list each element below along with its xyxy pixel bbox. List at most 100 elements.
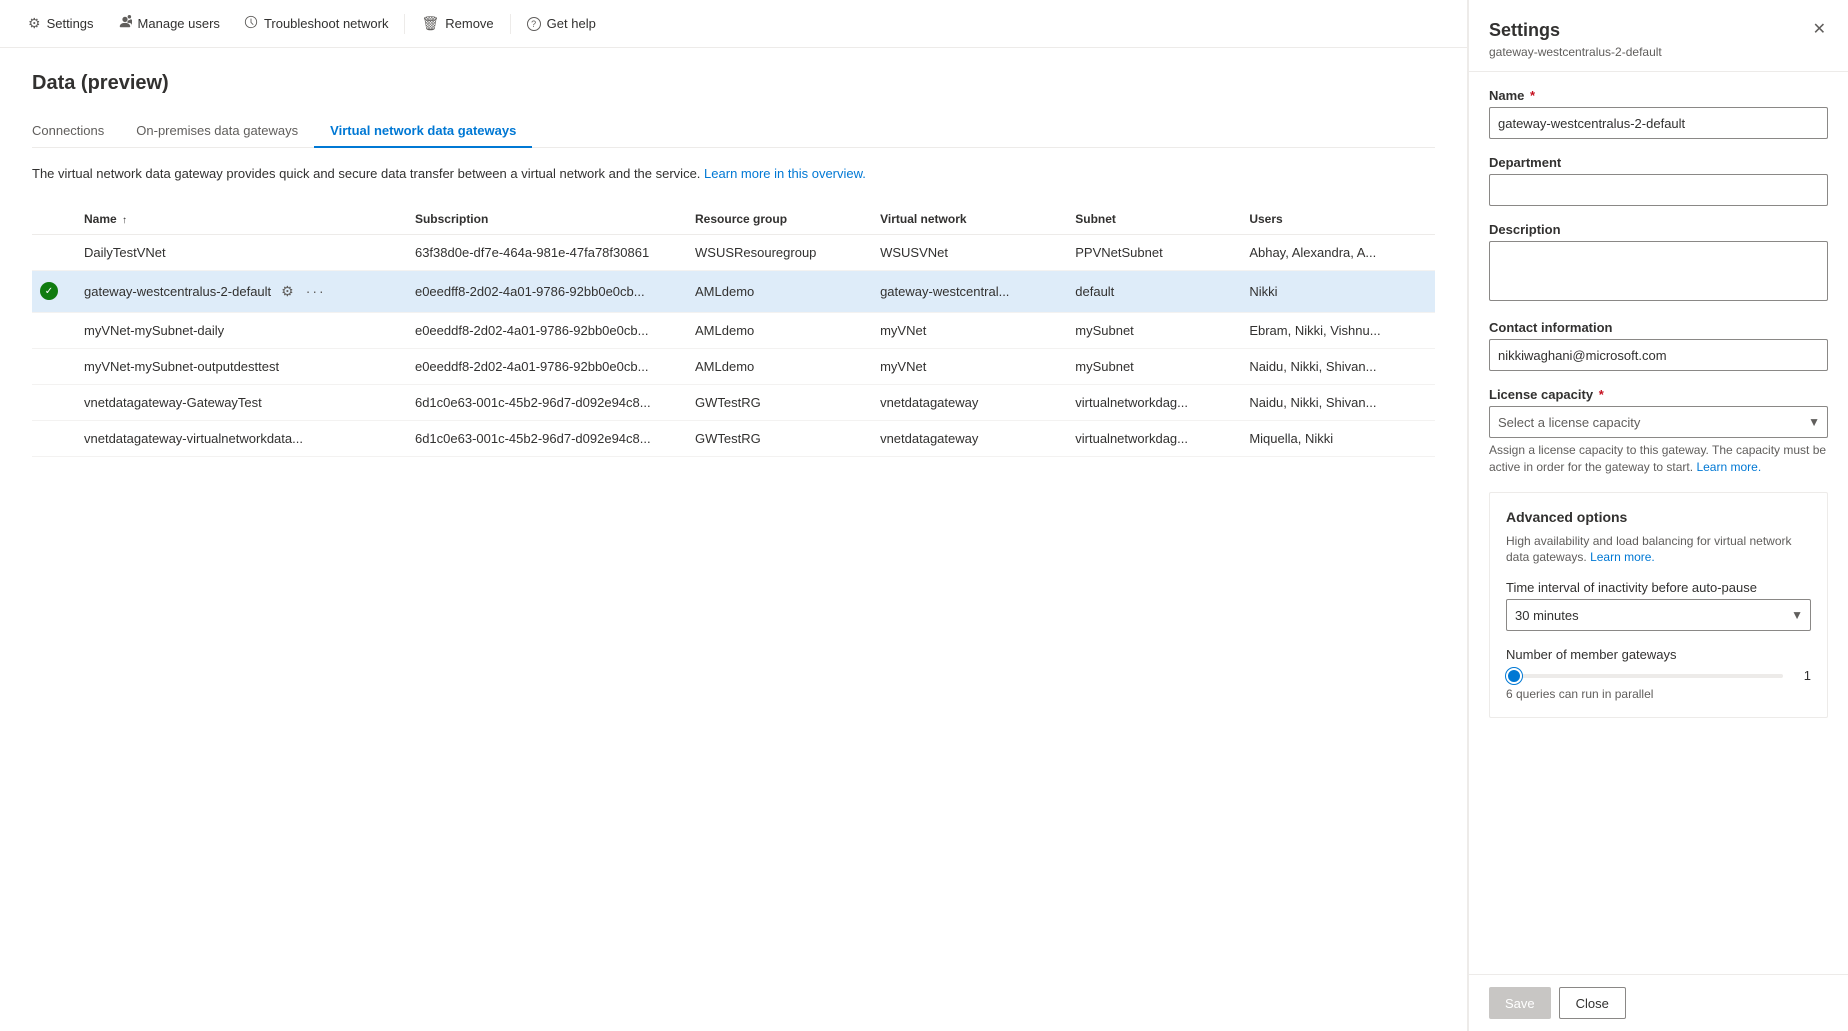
department-input[interactable] [1489, 174, 1828, 206]
toolbar-remove[interactable]: 🗑 Remove [409, 9, 505, 38]
page-title: Data (preview) [32, 72, 1435, 95]
contact-input[interactable] [1489, 339, 1828, 371]
row-subnet-cell: default [1063, 270, 1237, 312]
description-field-group: Description [1489, 222, 1828, 304]
panel-title-group: Settings gateway-westcentralus-2-default [1489, 20, 1662, 59]
row-subscription-cell: 6d1c0e63-001c-45b2-96d7-d092e94c8... [403, 420, 683, 456]
advanced-title: Advanced options [1506, 509, 1811, 525]
row-users-cell: Abhay, Alexandra, A... [1237, 234, 1435, 270]
row-resource-group-cell: WSUSResouregroup [683, 234, 868, 270]
tab-on-premises[interactable]: On-premises data gateways [120, 115, 314, 148]
advanced-learn-more-link[interactable]: Learn more. [1590, 550, 1655, 564]
row-users-cell: Ebram, Nikki, Vishnu... [1237, 312, 1435, 348]
panel-body: Name * Department Description Contact in… [1469, 72, 1848, 974]
toolbar-troubleshoot-label: Troubleshoot network [264, 16, 389, 31]
department-label: Department [1489, 155, 1828, 170]
toolbar-divider-2 [510, 14, 511, 34]
learn-more-link[interactable]: Learn more in this overview. [704, 166, 866, 181]
license-required: * [1599, 387, 1604, 402]
description-label: Description [1489, 222, 1828, 237]
remove-icon: 🗑 [421, 15, 439, 32]
toolbar-manage-users[interactable]: Manage users [106, 9, 232, 38]
row-name-cell: DailyTestVNet [72, 234, 403, 270]
row-resource-group-cell: AMLdemo [683, 312, 868, 348]
contact-field-group: Contact information [1489, 320, 1828, 371]
license-learn-more-link[interactable]: Learn more. [1696, 460, 1761, 474]
row-icon-cell [32, 312, 72, 348]
row-icon-cell [32, 234, 72, 270]
toolbar-get-help[interactable]: ? Get help [515, 10, 608, 37]
table-row[interactable]: vnetdatagateway-virtualnetworkdata...6d1… [32, 420, 1435, 456]
license-field-group: License capacity * Select a license capa… [1489, 387, 1828, 476]
toolbar-remove-label: Remove [445, 16, 493, 31]
toolbar-troubleshoot[interactable]: Troubleshoot network [232, 9, 401, 38]
name-field-group: Name * [1489, 88, 1828, 139]
row-ellipsis-button[interactable]: ··· [304, 281, 328, 301]
row-resource-group-cell: GWTestRG [683, 384, 868, 420]
license-label: License capacity * [1489, 387, 1828, 402]
col-name: Name ↑ [72, 204, 403, 235]
row-subscription-cell: e0eeddf8-2d02-4a01-9786-92bb0e0cb... [403, 348, 683, 384]
panel-title: Settings [1489, 20, 1662, 41]
row-icon-cell: ✓ [32, 270, 72, 312]
description-textarea[interactable] [1489, 241, 1828, 301]
department-field-group: Department [1489, 155, 1828, 206]
license-help-text: Assign a license capacity to this gatewa… [1489, 442, 1828, 476]
table-row[interactable]: ✓gateway-westcentralus-2-default⚙···e0ee… [32, 270, 1435, 312]
col-resource-group: Resource group [683, 204, 868, 235]
name-input[interactable] [1489, 107, 1828, 139]
save-button[interactable]: Save [1489, 987, 1551, 1019]
row-gear-button[interactable]: ⚙ [279, 281, 296, 302]
slider-help-text: 6 queries can run in parallel [1506, 687, 1811, 701]
name-required: * [1530, 88, 1535, 103]
settings-icon: ⚙ [28, 15, 41, 32]
row-virtual-network-cell: myVNet [868, 348, 1063, 384]
table-row[interactable]: DailyTestVNet63f38d0e-df7e-464a-981e-47f… [32, 234, 1435, 270]
name-sort-icon: ↑ [122, 215, 127, 226]
row-subnet-cell: virtualnetworkdag... [1063, 420, 1237, 456]
tab-connections[interactable]: Connections [32, 115, 120, 148]
row-name-cell: gateway-westcentralus-2-default ⚙ ··· [72, 270, 403, 312]
col-subscription: Subscription [403, 204, 683, 235]
slider-value: 1 [1795, 668, 1811, 683]
table-row[interactable]: vnetdatagateway-GatewayTest6d1c0e63-001c… [32, 384, 1435, 420]
row-virtual-network-cell: vnetdatagateway [868, 420, 1063, 456]
row-users-cell: Nikki [1237, 270, 1435, 312]
row-resource-group-cell: GWTestRG [683, 420, 868, 456]
row-users-cell: Naidu, Nikki, Shivan... [1237, 384, 1435, 420]
row-virtual-network-cell: WSUSVNet [868, 234, 1063, 270]
data-table: Name ↑ Subscription Resource group Virtu… [32, 204, 1435, 457]
row-name-cell: vnetdatagateway-GatewayTest [72, 384, 403, 420]
members-slider[interactable] [1506, 674, 1783, 678]
toolbar-divider-1 [404, 14, 405, 34]
license-select-wrapper: Select a license capacity ▼ [1489, 406, 1828, 438]
toolbar-settings[interactable]: ⚙ Settings [16, 9, 106, 38]
page-description: The virtual network data gateway provide… [32, 164, 1435, 184]
table-header-row: Name ↑ Subscription Resource group Virtu… [32, 204, 1435, 235]
members-slider-group: Number of member gateways 1 6 queries ca… [1506, 647, 1811, 701]
table-row[interactable]: myVNet-mySubnet-outputdestteste0eeddf8-2… [32, 348, 1435, 384]
row-icon-cell [32, 420, 72, 456]
row-virtual-network-cell: vnetdatagateway [868, 384, 1063, 420]
close-button[interactable]: Close [1559, 987, 1626, 1019]
toolbar: ⚙ Settings Manage users Troubleshoot net… [0, 0, 1467, 48]
toolbar-get-help-label: Get help [547, 16, 596, 31]
row-subscription-cell: 6d1c0e63-001c-45b2-96d7-d092e94c8... [403, 384, 683, 420]
panel-close-button[interactable]: ✕ [1811, 20, 1828, 40]
col-virtual-network: Virtual network [868, 204, 1063, 235]
tab-virtual-network[interactable]: Virtual network data gateways [314, 115, 532, 148]
row-name-text: gateway-westcentralus-2-default [84, 284, 271, 299]
col-icon [32, 204, 72, 235]
row-icon-cell [32, 384, 72, 420]
row-check-icon: ✓ [40, 282, 58, 300]
license-select[interactable]: Select a license capacity [1489, 406, 1828, 438]
inactivity-select[interactable]: 30 minutes1 hour2 hours4 hoursNever [1506, 599, 1811, 631]
row-users-cell: Miquella, Nikki [1237, 420, 1435, 456]
row-virtual-network-cell: myVNet [868, 312, 1063, 348]
troubleshoot-icon [244, 15, 258, 32]
slider-row: 1 [1506, 668, 1811, 683]
settings-panel: Settings gateway-westcentralus-2-default… [1468, 0, 1848, 1031]
row-resource-group-cell: AMLdemo [683, 348, 868, 384]
row-icon-cell [32, 348, 72, 384]
table-row[interactable]: myVNet-mySubnet-dailye0eeddf8-2d02-4a01-… [32, 312, 1435, 348]
